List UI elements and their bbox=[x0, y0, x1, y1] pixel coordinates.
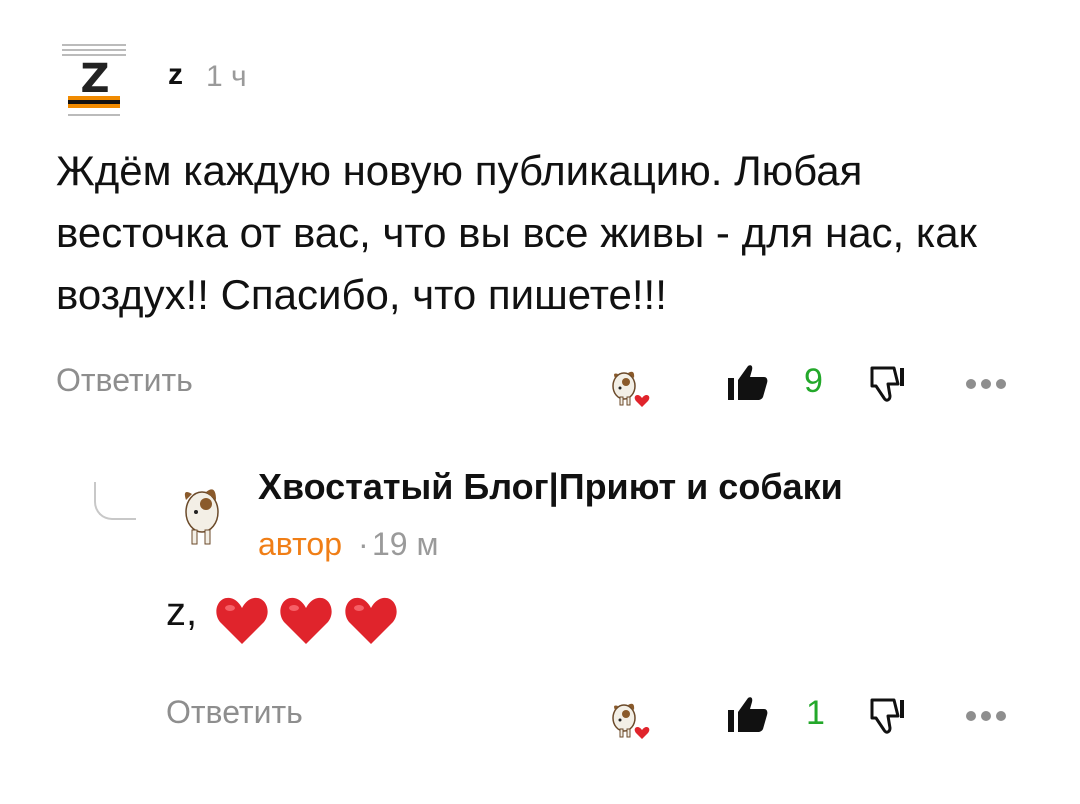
meta-separator: · bbox=[358, 526, 369, 562]
reply-button[interactable]: Ответить bbox=[166, 694, 303, 731]
thread-connector bbox=[94, 482, 136, 520]
thumbs-up-icon[interactable] bbox=[726, 360, 770, 404]
dog-heart-icon[interactable] bbox=[606, 696, 654, 744]
reply-button[interactable]: Ответить bbox=[56, 362, 193, 399]
reply-time: 19 м bbox=[372, 526, 439, 562]
heart-icon bbox=[345, 597, 397, 644]
more-dots-icon[interactable] bbox=[966, 708, 1014, 728]
heart-icon bbox=[280, 597, 333, 644]
reply-text: z, bbox=[166, 590, 198, 634]
more-dots-icon[interactable] bbox=[966, 376, 1014, 396]
avatar[interactable]: Z bbox=[58, 38, 130, 122]
thumbs-up-icon[interactable] bbox=[726, 692, 770, 736]
heart-emojis bbox=[214, 594, 403, 650]
reply-author[interactable]: Хвостатый Блог|Приют и собаки bbox=[258, 466, 843, 508]
comment-author[interactable]: z bbox=[168, 58, 183, 92]
avatar[interactable] bbox=[172, 480, 234, 550]
avatar-z-letter: Z bbox=[80, 56, 110, 102]
heart-icon bbox=[216, 597, 268, 644]
thumbs-down-icon[interactable] bbox=[868, 362, 908, 406]
comment-text: Ждём каждую новую публикацию. Любая вест… bbox=[56, 147, 977, 318]
like-count: 9 bbox=[804, 362, 823, 400]
thumbs-down-icon[interactable] bbox=[868, 694, 908, 738]
dog-heart-icon[interactable] bbox=[606, 364, 654, 412]
comment-time: 1 ч bbox=[206, 60, 247, 93]
author-badge: автор bbox=[258, 526, 342, 562]
like-count: 1 bbox=[806, 694, 825, 732]
